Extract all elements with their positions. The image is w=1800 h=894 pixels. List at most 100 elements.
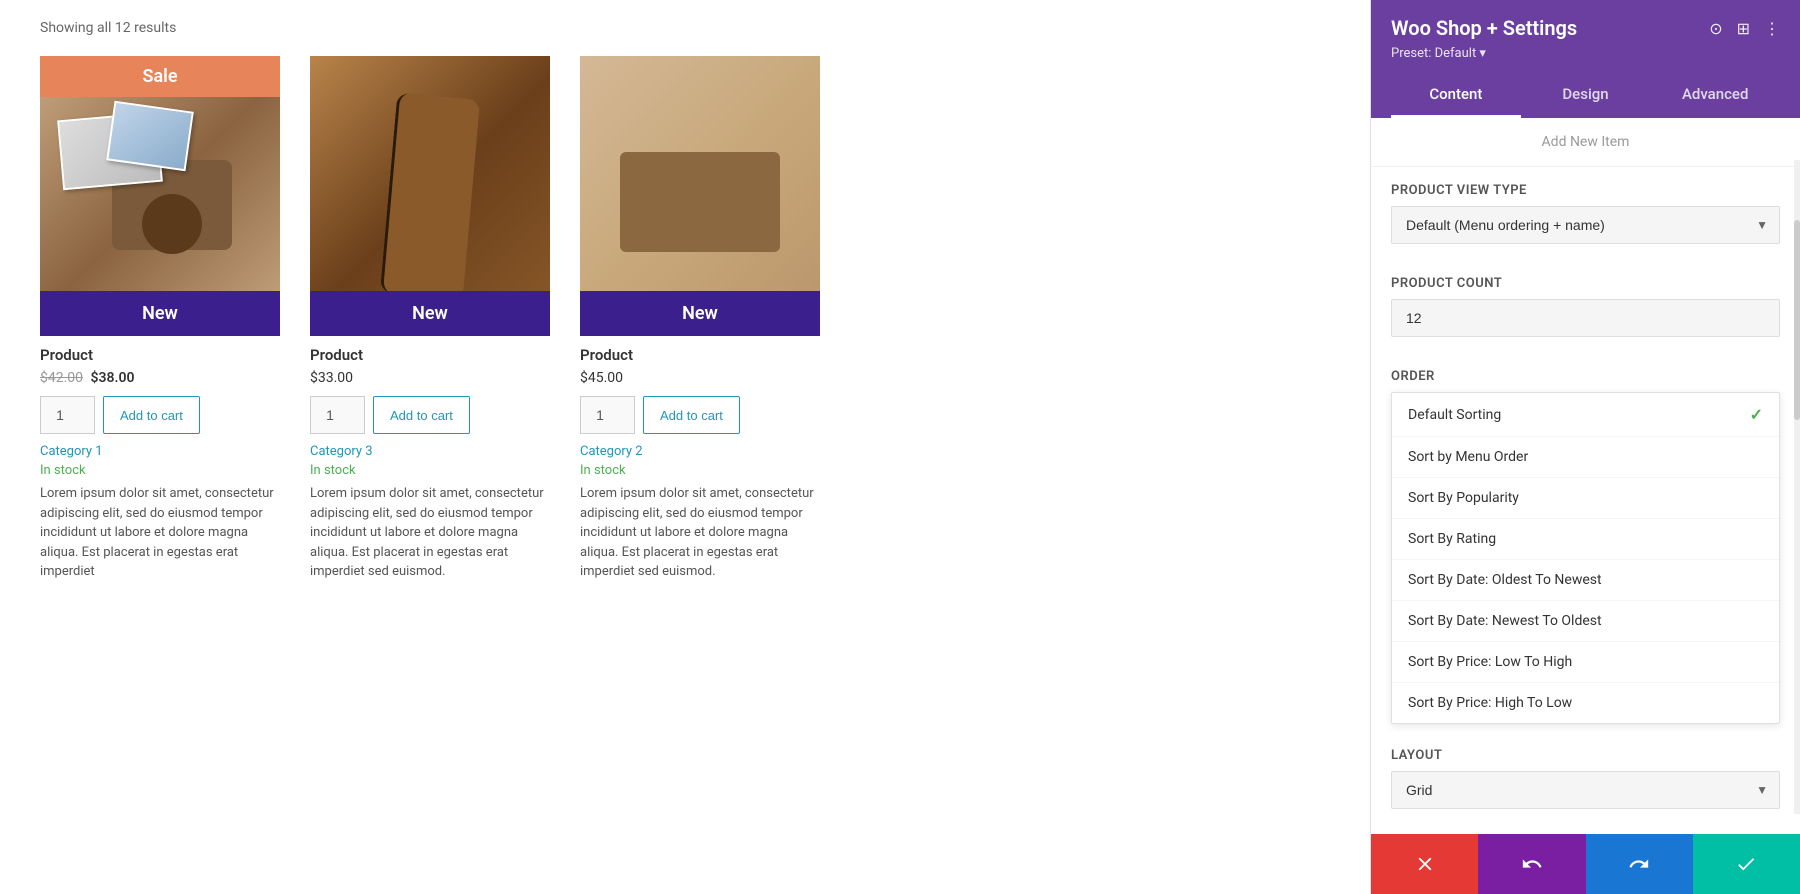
order-option-sort-menu-order-label: Sort by Menu Order [1408,449,1528,465]
order-option-sort-price-low-label: Sort By Price: Low To High [1408,654,1572,670]
product-count-input[interactable] [1391,299,1780,337]
focus-icon[interactable]: ⊙ [1709,19,1722,38]
price-regular-3: $45.00 [580,370,623,386]
scroll-track [1794,160,1800,814]
more-icon[interactable]: ⋮ [1764,19,1780,38]
product-desc-2: Lorem ipsum dolor sit amet, consectetur … [310,484,550,582]
category-link-2[interactable]: Category 3 [310,444,550,459]
panel-title: Woo Shop + Settings [1391,16,1577,40]
product-view-type-select[interactable]: Default (Menu ordering + name) Custom [1391,206,1780,244]
order-option-default-sorting-label: Default Sorting [1408,407,1501,423]
add-to-cart-button-3[interactable]: Add to cart [643,396,740,434]
save-check-icon [1735,853,1757,875]
order-label: Order [1371,353,1800,392]
product-badge-sale: Sale [40,56,280,97]
product-info-3: Product $45.00 Add to cart Category 2 In… [580,336,820,592]
order-option-sort-popularity[interactable]: Sort By Popularity [1392,478,1779,519]
tab-design[interactable]: Design [1521,73,1651,118]
product-label-1: New [40,291,280,336]
layout-label: Layout [1371,732,1800,771]
product-info-2: Product $33.00 Add to cart Category 3 In… [310,336,550,592]
layout-select[interactable]: Grid List [1391,771,1780,809]
product-image-wrap-3: New [580,56,820,336]
add-to-cart-row-1: Add to cart [40,396,280,434]
order-option-sort-date-newest[interactable]: Sort By Date: Newest To Oldest [1392,601,1779,642]
order-option-sort-date-newest-label: Sort By Date: Newest To Oldest [1408,613,1602,629]
stock-status-3: In stock [580,463,820,478]
add-to-cart-button-1[interactable]: Add to cart [103,396,200,434]
product-image-wrap-1: Sale New [40,56,280,336]
product-view-type-field: Default (Menu ordering + name) Custom ▼ [1391,206,1780,244]
product-label-3: New [580,291,820,336]
panel-title-icons: ⊙ ⊞ ⋮ [1709,19,1780,38]
redo-button[interactable] [1586,834,1693,894]
layout-field: Grid List ▼ [1391,771,1780,809]
redo-icon [1628,853,1650,875]
main-content: Showing all 12 results Sale New Product … [0,0,1370,894]
category-link-3[interactable]: Category 2 [580,444,820,459]
price-regular-2: $33.00 [310,370,353,386]
cancel-button[interactable] [1371,834,1478,894]
qty-input-3[interactable] [580,396,635,434]
settings-panel: Woo Shop + Settings ⊙ ⊞ ⋮ Preset: Defaul… [1370,0,1800,894]
product-name-3: Product [580,346,820,364]
order-option-sort-menu-order[interactable]: Sort by Menu Order [1392,437,1779,478]
scroll-thumb[interactable] [1794,220,1800,420]
product-card-2: New Product $33.00 Add to cart Category … [310,56,550,592]
order-option-sort-popularity-label: Sort By Popularity [1408,490,1519,506]
save-button[interactable] [1693,834,1800,894]
product-count-field [1391,299,1780,337]
panel-header: Woo Shop + Settings ⊙ ⊞ ⋮ Preset: Defaul… [1371,0,1800,118]
product-name-2: Product [310,346,550,364]
check-icon: ✓ [1750,405,1763,424]
order-option-sort-date-oldest-label: Sort By Date: Oldest To Newest [1408,572,1602,588]
order-dropdown: Default Sorting ✓ Sort by Menu Order Sor… [1391,392,1780,724]
product-view-type-label: Product View Type [1371,167,1800,206]
panel-preset[interactable]: Preset: Default ▾ [1391,46,1780,61]
category-link-1[interactable]: Category 1 [40,444,280,459]
layout-icon[interactable]: ⊞ [1737,19,1750,38]
stock-status-1: In stock [40,463,280,478]
qty-input-2[interactable] [310,396,365,434]
panel-tabs: Content Design Advanced [1391,73,1780,118]
product-name-1: Product [40,346,280,364]
photo-overlay-2 [106,101,194,172]
product-card-3: New Product $45.00 Add to cart Category … [580,56,820,592]
panel-title-row: Woo Shop + Settings ⊙ ⊞ ⋮ [1391,16,1780,40]
tab-content[interactable]: Content [1391,73,1521,118]
product-desc-3: Lorem ipsum dolor sit amet, consectetur … [580,484,820,582]
price-new-1: $38.00 [91,370,135,386]
order-option-sort-date-oldest[interactable]: Sort By Date: Oldest To Newest [1392,560,1779,601]
product-price-3: $45.00 [580,370,820,386]
product-info-1: Product $42.00 $38.00 Add to cart Catego… [40,336,280,592]
product-price-1: $42.00 $38.00 [40,370,280,386]
tab-advanced[interactable]: Advanced [1650,73,1780,118]
order-option-default-sorting[interactable]: Default Sorting ✓ [1392,393,1779,437]
close-icon [1414,853,1436,875]
order-option-sort-rating[interactable]: Sort By Rating [1392,519,1779,560]
order-option-sort-price-low[interactable]: Sort By Price: Low To High [1392,642,1779,683]
products-grid: Sale New Product $42.00 $38.00 Add to ca… [40,56,1330,592]
price-old-1: $42.00 [40,370,83,386]
add-to-cart-row-2: Add to cart [310,396,550,434]
undo-button[interactable] [1478,834,1585,894]
panel-body: Add New Item Product View Type Default (… [1371,118,1800,834]
undo-icon [1521,853,1543,875]
product-label-2: New [310,291,550,336]
showing-results: Showing all 12 results [40,20,1330,36]
product-desc-1: Lorem ipsum dolor sit amet, consectetur … [40,484,280,582]
add-to-cart-button-2[interactable]: Add to cart [373,396,470,434]
product-card-1: Sale New Product $42.00 $38.00 Add to ca… [40,56,280,592]
qty-input-1[interactable] [40,396,95,434]
product-price-2: $33.00 [310,370,550,386]
add-new-item[interactable]: Add New Item [1371,118,1800,167]
order-section: Default Sorting ✓ Sort by Menu Order Sor… [1371,392,1800,724]
product-image-wrap-2: New [310,56,550,336]
add-to-cart-row-3: Add to cart [580,396,820,434]
order-option-sort-price-high[interactable]: Sort By Price: High To Low [1392,683,1779,723]
stock-status-2: In stock [310,463,550,478]
product-count-label: Product Count [1371,260,1800,299]
order-option-sort-rating-label: Sort By Rating [1408,531,1496,547]
order-option-sort-price-high-label: Sort By Price: High To Low [1408,695,1572,711]
panel-footer [1371,834,1800,894]
